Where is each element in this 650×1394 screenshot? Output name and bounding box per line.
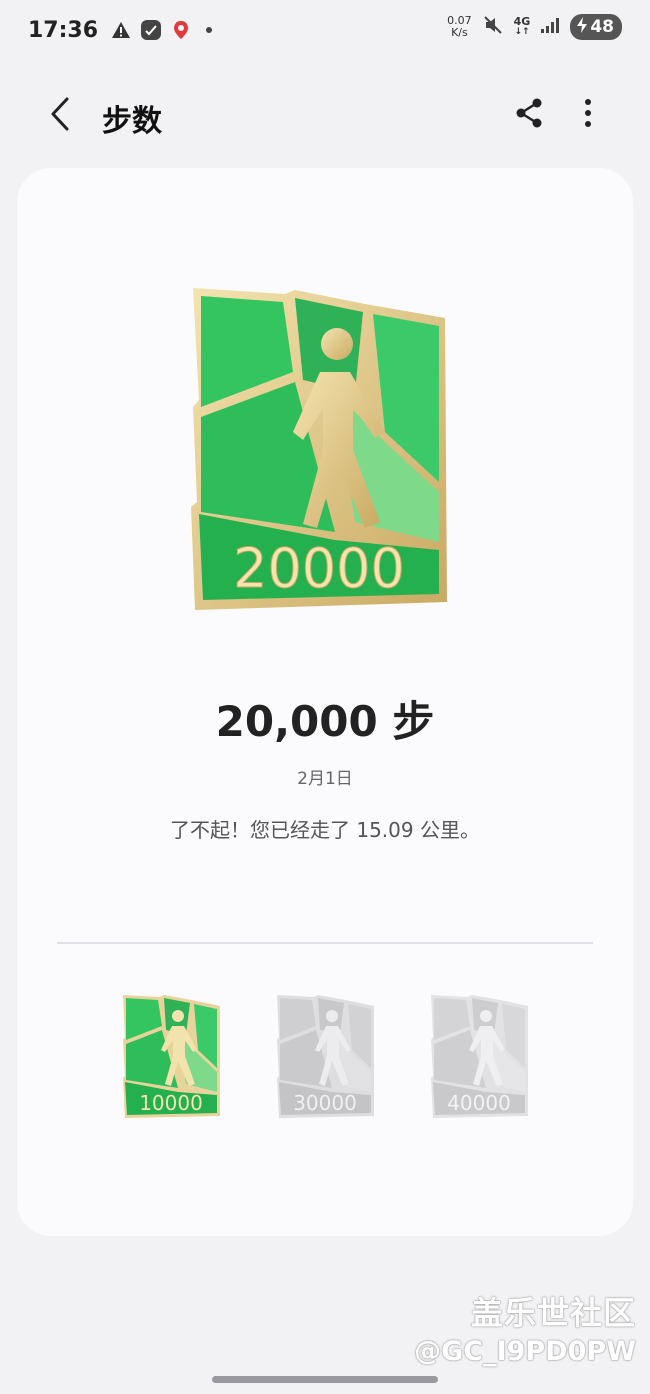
badge-10000-icon[interactable]: 10000 [120, 992, 222, 1120]
more-vertical-icon [585, 99, 591, 127]
warning-icon [110, 19, 132, 41]
share-icon [516, 98, 542, 128]
achievement-message: 了不起！您已经走了 15.09 公里。 [170, 818, 480, 842]
network-speed: 0.07 K/s [447, 14, 472, 39]
mute-icon [482, 14, 504, 40]
status-time: 17:36 [28, 17, 99, 43]
battery-indicator: 48 [570, 14, 622, 40]
badge-number: 10000 [139, 1091, 203, 1115]
share-button[interactable] [510, 94, 548, 132]
badge-30000-icon[interactable]: 30000 [274, 992, 376, 1120]
page-title: 步数 [102, 104, 162, 139]
badge-list: 10000 30000 40000 [17, 992, 633, 1124]
watermark-handle: @GC_I9PD0PW [414, 1336, 636, 1367]
achievement-card: 20000 20,000 步 2月1日 了不起！您已经走了 15.09 公里。 … [17, 168, 633, 1236]
signal-icon [540, 16, 560, 38]
status-bar: 17:36 0.07 K/s 4G ↓↑ 48 [0, 0, 650, 60]
map-pin-icon [170, 19, 192, 41]
watermark-title: 盖乐世社区 [470, 1294, 636, 1332]
badge-40000-icon[interactable]: 40000 [428, 992, 530, 1120]
network-type: 4G ↓↑ [513, 15, 531, 37]
back-button[interactable] [40, 94, 80, 134]
badge-20000-icon: 20000 [191, 288, 447, 610]
achievement-date: 2月1日 [297, 769, 353, 789]
steps-count: 20,000 步 [215, 697, 435, 746]
badge-number: 40000 [447, 1091, 511, 1115]
app-bar: 步数 [0, 80, 650, 150]
divider [57, 942, 593, 944]
badge-number: 30000 [293, 1091, 357, 1115]
more-options-button[interactable] [570, 94, 606, 132]
charging-icon [576, 16, 588, 39]
badge-number: 20000 [233, 537, 405, 600]
chevron-left-icon [51, 97, 69, 131]
home-indicator[interactable] [212, 1376, 438, 1383]
notification-dot [206, 27, 213, 33]
app-badge-icon [140, 19, 162, 41]
